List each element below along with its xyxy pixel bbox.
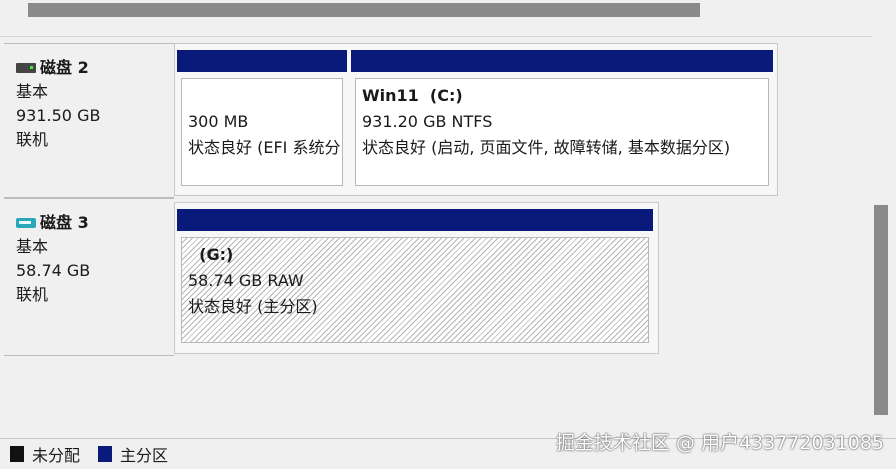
disk-3-name: 磁盘 3	[40, 213, 89, 232]
disk-2-partition-area: 300 MB 状态良好 (EFI 系统分区) Win11 (C:) 931.20…	[174, 43, 778, 196]
disk-2-size: 931.50 GB	[16, 106, 101, 125]
partition-status: 状态良好 (EFI 系统分区)	[188, 138, 342, 157]
watermark: 掘金技术社区 @ 用户433772031085	[555, 432, 884, 454]
disk-2-label[interactable]: 磁盘 2 基本 931.50 GB 联机	[4, 43, 174, 198]
partition-size: 931.20 GB NTFS	[362, 112, 493, 131]
disk-3-partition-area: (G:) 58.74 GB RAW 状态良好 (主分区)	[174, 202, 659, 354]
disk-2-name: 磁盘 2	[40, 58, 89, 77]
partition-size: 300 MB	[188, 112, 249, 131]
legend-item-primary: 主分区	[98, 442, 168, 466]
partition-title: Win11 (C:)	[362, 86, 463, 105]
primary-swatch-icon	[98, 446, 113, 462]
disk-2-status: 联机	[16, 130, 49, 149]
disk-name: 磁盘 2	[16, 56, 174, 80]
vertical-scrollbar-thumb[interactable]	[874, 205, 888, 415]
horizontal-scrollbar-thumb[interactable]	[28, 3, 700, 17]
hdd-icon	[16, 63, 36, 73]
partition-status: 状态良好 (主分区)	[188, 297, 318, 316]
legend-item-unallocated: 未分配	[10, 442, 80, 466]
disk-3-label[interactable]: 磁盘 3 基本 58.74 GB 联机	[4, 198, 174, 356]
disk-2-partition-efi[interactable]: 300 MB 状态良好 (EFI 系统分区)	[177, 50, 347, 192]
disk-2-partition-c[interactable]: Win11 (C:) 931.20 GB NTFS 状态良好 (启动, 页面文件…	[351, 50, 773, 192]
partition-body: 300 MB 状态良好 (EFI 系统分区)	[181, 78, 343, 186]
disk-3-size: 58.74 GB	[16, 261, 91, 280]
disk-3-status: 联机	[16, 285, 49, 304]
partition-header	[351, 50, 773, 72]
legend-label: 未分配	[32, 446, 81, 465]
disk-2-type: 基本	[16, 82, 49, 101]
disk-3-partition-g[interactable]: (G:) 58.74 GB RAW 状态良好 (主分区)	[177, 209, 653, 349]
legend-label: 主分区	[120, 446, 169, 465]
partition-body: Win11 (C:) 931.20 GB NTFS 状态良好 (启动, 页面文件…	[355, 78, 769, 186]
unallocated-swatch-icon	[10, 446, 24, 462]
partition-size: 58.74 GB RAW	[188, 271, 304, 290]
partition-title: (G:)	[188, 245, 234, 264]
partition-header	[177, 50, 347, 72]
divider	[0, 36, 872, 37]
horizontal-scrollbar[interactable]	[0, 0, 896, 30]
disk-name: 磁盘 3	[16, 211, 174, 235]
partition-body: (G:) 58.74 GB RAW 状态良好 (主分区)	[181, 237, 649, 343]
usb-drive-icon	[16, 218, 36, 228]
disk-3-type: 基本	[16, 237, 49, 256]
partition-status: 状态良好 (启动, 页面文件, 故障转储, 基本数据分区)	[362, 138, 731, 157]
partition-header	[177, 209, 653, 231]
